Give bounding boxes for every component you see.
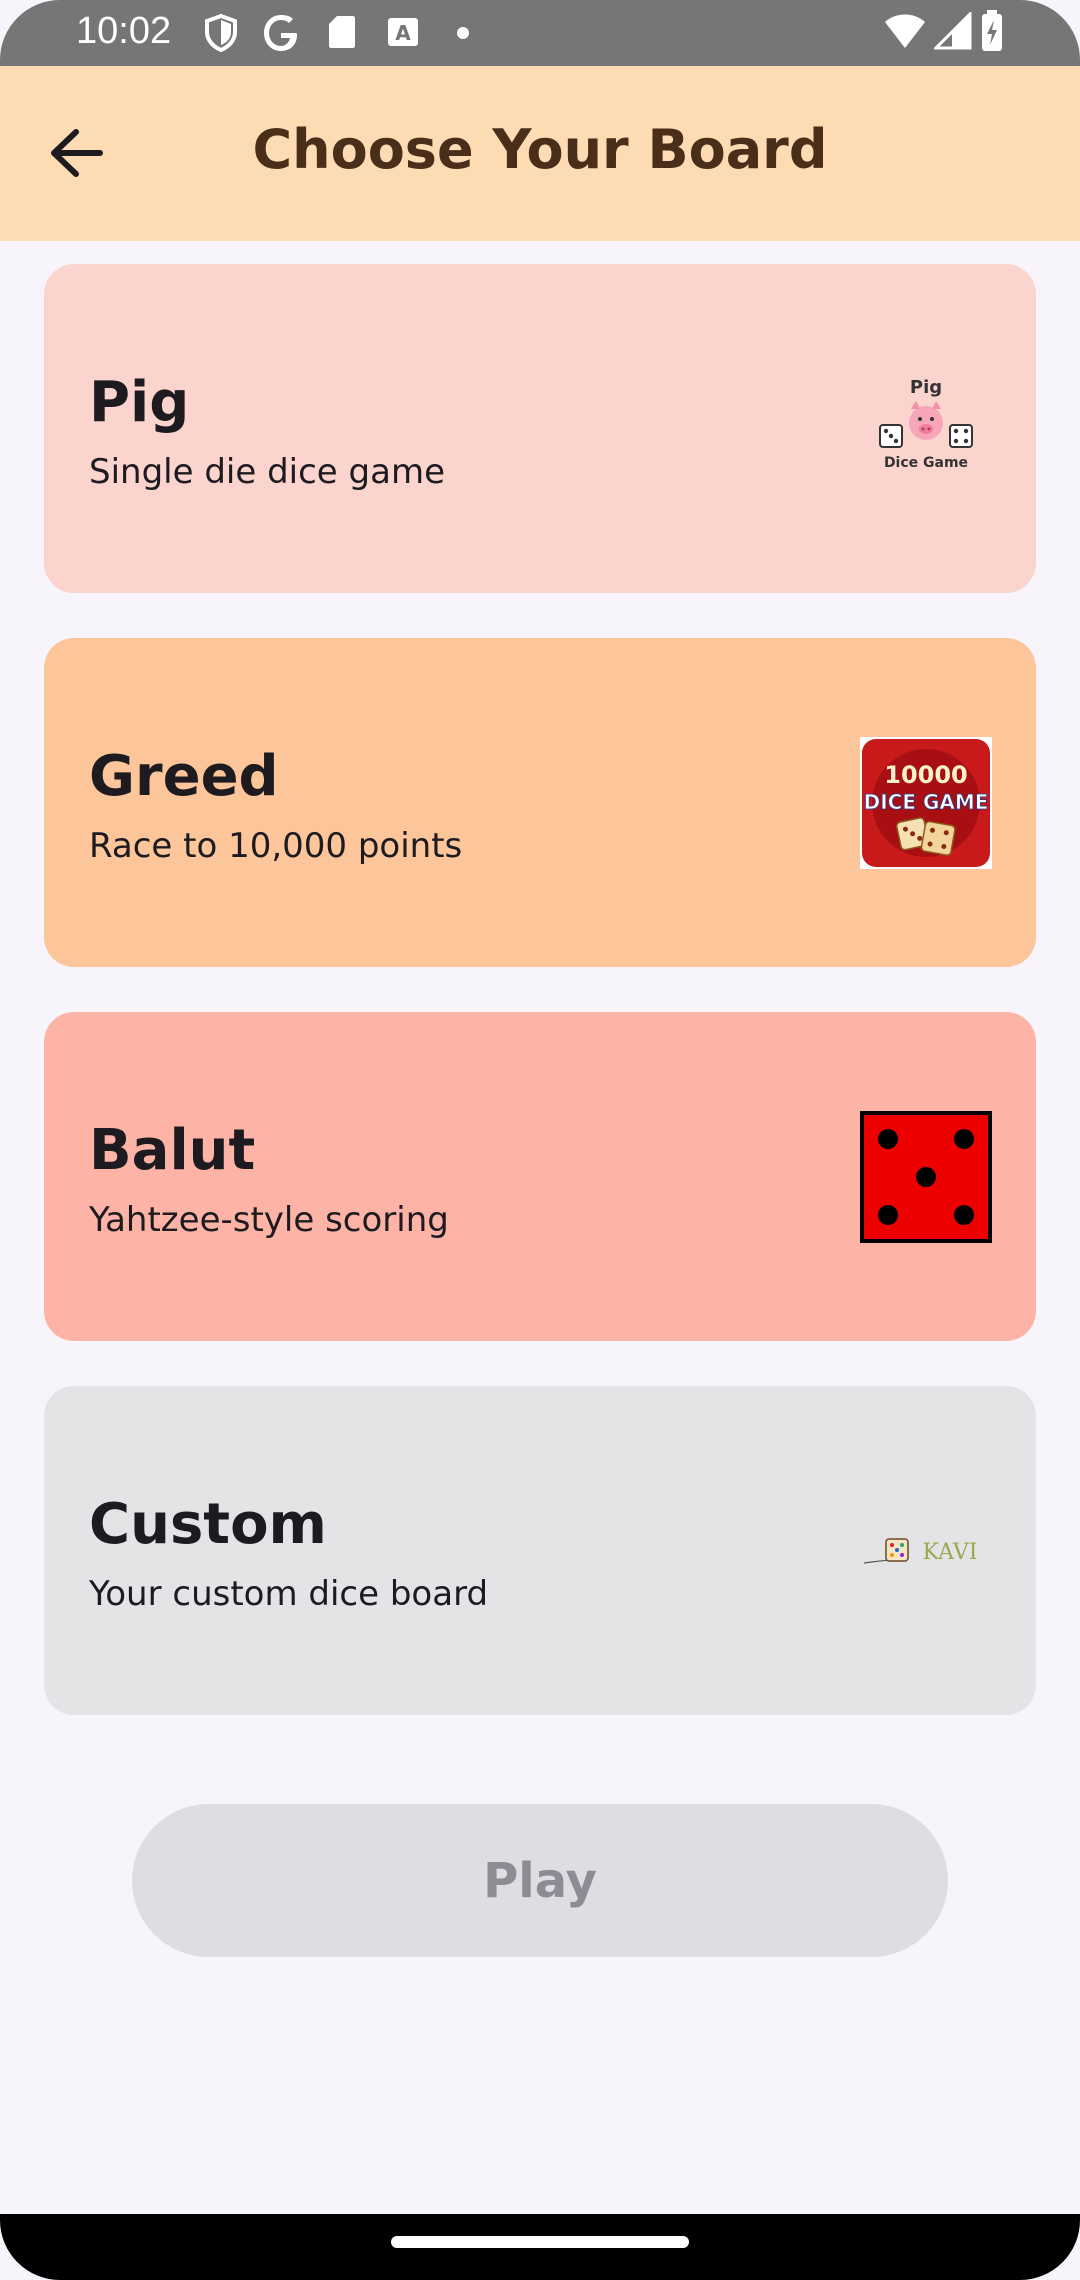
board-title: Balut	[89, 1118, 256, 1183]
pig-logo-subtitle: Dice Game	[884, 455, 968, 471]
wifi-icon	[885, 14, 925, 48]
board-card-custom[interactable]: Custom Your custom dice board KAVI	[44, 1386, 1036, 1715]
pig-logo-title: Pig	[910, 377, 942, 398]
status-bar: 10:02 A	[0, 0, 1080, 66]
navigation-bar	[0, 2214, 1080, 2280]
text-a-icon: A	[388, 18, 418, 46]
page-title: Choose Your Board	[252, 118, 828, 181]
google-icon	[264, 15, 297, 51]
board-title: Custom	[89, 1492, 327, 1557]
board-subtitle: Yahtzee-style scoring	[89, 1200, 449, 1240]
board-subtitle: Race to 10,000 points	[89, 826, 463, 866]
home-handle[interactable]	[391, 2236, 689, 2248]
board-subtitle: Your custom dice board	[89, 1574, 489, 1614]
signal-icon	[934, 12, 972, 50]
kavi-dice-logo: KAVI	[863, 1538, 978, 1565]
play-button[interactable]: Play	[132, 1804, 948, 1957]
dice-game-logo: 10000 DICE GAME	[860, 737, 992, 869]
status-time: 10:02	[76, 10, 172, 52]
board-card-greed[interactable]: Greed Race to 10,000 points 10000 DICE G…	[44, 638, 1036, 967]
sd-card-icon	[329, 16, 355, 48]
greed-logo-title: DICE GAME	[864, 790, 989, 814]
pig-dice-logo: Pig Dice Game	[879, 377, 973, 471]
dot-icon	[457, 27, 469, 39]
battery-charging-icon	[982, 10, 1002, 51]
svg-text:A: A	[395, 21, 411, 45]
app-bar: Choose Your Board	[0, 66, 1080, 241]
shield-icon	[205, 14, 237, 52]
kavi-logo-text: KAVI	[923, 1540, 978, 1565]
board-card-balut[interactable]: Balut Yahtzee-style scoring	[44, 1012, 1036, 1341]
board-card-pig[interactable]: Pig Single die dice game Pig Dice Game	[44, 264, 1036, 593]
board-title: Greed	[89, 744, 279, 809]
red-die-five-icon	[860, 1111, 992, 1243]
board-title: Pig	[89, 370, 190, 435]
greed-logo-number: 10000	[884, 761, 968, 789]
board-subtitle: Single die dice game	[89, 452, 445, 492]
